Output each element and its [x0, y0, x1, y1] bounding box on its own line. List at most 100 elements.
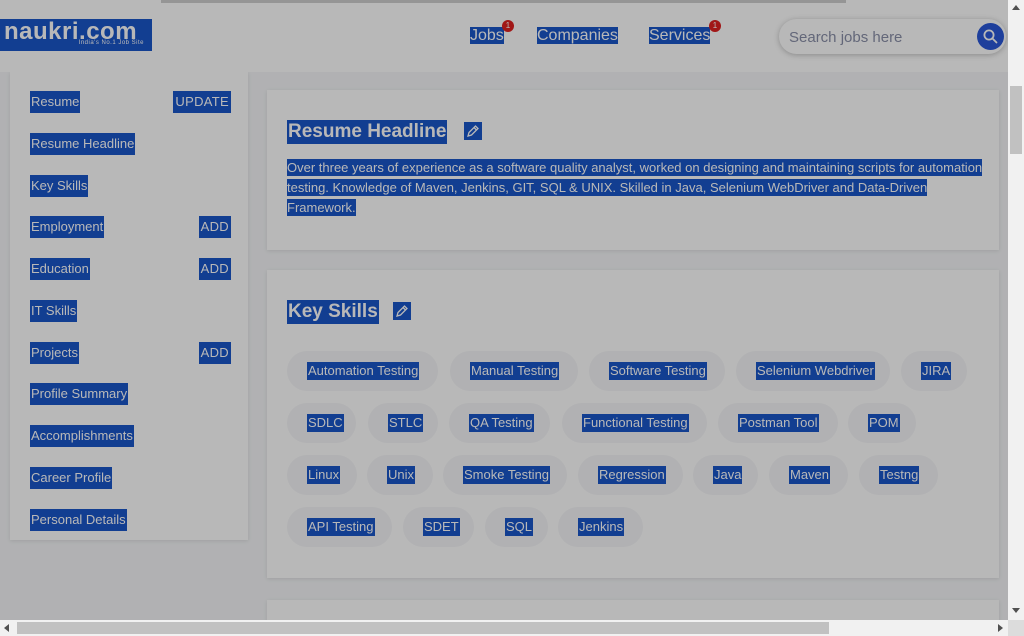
skill-chip[interactable]: Software Testing — [589, 351, 725, 391]
sidebar-item-label: Education — [30, 258, 90, 280]
edit-headline-icon — [464, 122, 482, 140]
skill-label: Functional Testing — [582, 414, 689, 432]
sidebar-item-resume-headline[interactable]: Resume Headline — [30, 133, 231, 155]
search-bar — [779, 19, 1006, 54]
next-section-card — [267, 600, 999, 620]
skill-chip[interactable]: Selenium Webdriver — [736, 351, 890, 391]
skill-chip[interactable]: Regression — [578, 455, 683, 495]
pencil-icon[interactable] — [464, 122, 482, 140]
skill-chip[interactable]: JIRA — [901, 351, 967, 391]
pencil-icon[interactable] — [393, 302, 411, 320]
skill-chip[interactable]: QA Testing — [449, 403, 550, 443]
skill-label: Java — [713, 466, 743, 484]
profile-main: Resume UPDATE Resume Headline Key Skills… — [0, 72, 1008, 620]
sidebar-item-projects[interactable]: Projects ADD — [30, 342, 231, 364]
nav-jobs-badge: 1 — [502, 20, 514, 32]
skill-chip[interactable]: Java — [693, 455, 758, 495]
sidebar-item-profile-summary[interactable]: Profile Summary — [30, 383, 231, 405]
skill-label: POM — [868, 414, 900, 432]
nav-companies-label: Companies — [537, 27, 618, 44]
sidebar-item-accomplishments[interactable]: Accomplishments — [30, 425, 231, 447]
sidebar-item-career-profile[interactable]: Career Profile — [30, 467, 231, 489]
skill-chip[interactable]: POM — [848, 403, 916, 443]
sidebar-item-label: Employment — [30, 216, 105, 238]
top-strip — [161, 0, 846, 3]
sidebar-item-label: Accomplishments — [30, 425, 134, 447]
skill-chip[interactable]: Postman Tool — [718, 403, 838, 443]
resume-headline-card: Resume Headline Over three years of expe… — [267, 90, 999, 250]
skill-chip[interactable]: Jenkins — [558, 507, 643, 547]
sidebar-item-key-skills[interactable]: Key Skills — [30, 175, 231, 197]
scrollbar-corner — [1008, 620, 1024, 636]
skill-chip[interactable]: Smoke Testing — [443, 455, 567, 495]
scroll-up-arrow-icon[interactable] — [1012, 5, 1020, 10]
sidebar-item-it-skills[interactable]: IT Skills — [30, 300, 231, 322]
skill-label: Maven — [789, 466, 831, 484]
sidebar-item-employment[interactable]: Employment ADD — [30, 216, 231, 238]
horizontal-scroll-thumb[interactable] — [17, 622, 829, 634]
nav-companies[interactable]: Companies — [535, 26, 620, 46]
search-icon — [983, 29, 998, 44]
skill-chip[interactable]: Linux — [287, 455, 357, 495]
sidebar-item-label: Career Profile — [30, 467, 113, 489]
site-header: naukri.com India's No.1 Job Site Jobs 1 … — [0, 0, 1008, 72]
projects-add-link[interactable]: ADD — [198, 342, 231, 364]
skill-label: SDET — [423, 518, 460, 536]
sidebar-item-label: Personal Details — [30, 509, 127, 531]
skill-label: SDLC — [307, 414, 344, 432]
naukri-logo[interactable]: naukri.com India's No.1 Job Site — [0, 19, 152, 51]
skill-chip[interactable]: Testng — [859, 455, 938, 495]
skill-label: SQL — [505, 518, 534, 536]
sidebar-item-label: Resume — [30, 91, 81, 113]
resume-headline-paragraph: Over three years of experience as a soft… — [287, 159, 983, 216]
sidebar-item-resume[interactable]: Resume UPDATE — [30, 91, 231, 113]
skill-chip[interactable]: SQL — [485, 507, 548, 547]
skill-chip[interactable]: Manual Testing — [450, 351, 578, 391]
search-input[interactable] — [789, 27, 974, 47]
skill-label: JIRA — [921, 362, 952, 380]
vertical-scrollbar[interactable] — [1008, 0, 1024, 620]
skill-chip[interactable]: SDET — [403, 507, 474, 547]
skill-chip[interactable]: Automation Testing — [287, 351, 438, 391]
skill-label: Smoke Testing — [463, 466, 551, 484]
scroll-down-arrow-icon[interactable] — [1012, 608, 1020, 613]
resume-headline-text: Over three years of experience as a soft… — [287, 158, 983, 218]
horizontal-scrollbar[interactable] — [0, 620, 1008, 636]
skill-label: Testng — [879, 466, 920, 484]
skill-chip[interactable]: Functional Testing — [562, 403, 707, 443]
logo-tagline: India's No.1 Job Site — [78, 40, 144, 46]
nav-services-badge: 1 — [709, 20, 721, 32]
resume-headline-title: Resume Headline — [287, 120, 448, 144]
skill-chip[interactable]: STLC — [368, 403, 438, 443]
skill-label: QA Testing — [469, 414, 534, 432]
nav-jobs-label: Jobs — [470, 27, 504, 44]
skill-label: Selenium Webdriver — [756, 362, 875, 380]
skill-chip[interactable]: API Testing — [287, 507, 392, 547]
scroll-left-arrow-icon[interactable] — [4, 624, 9, 632]
resume-update-link[interactable]: UPDATE — [173, 91, 231, 113]
vertical-scroll-thumb[interactable] — [1010, 86, 1022, 154]
skill-label: STLC — [388, 414, 424, 432]
skill-label: Jenkins — [578, 518, 625, 536]
skill-label: Linux — [307, 466, 341, 484]
skill-label: Software Testing — [609, 362, 707, 380]
skill-chip[interactable]: Unix — [367, 455, 433, 495]
key-skills-title: Key Skills — [287, 300, 379, 324]
nav-services[interactable]: Services 1 — [647, 20, 721, 46]
sidebar-item-education[interactable]: Education ADD — [30, 258, 231, 280]
skill-chip[interactable]: Maven — [769, 455, 848, 495]
sidebar-item-label: Profile Summary — [30, 383, 129, 405]
scroll-right-arrow-icon[interactable] — [998, 624, 1003, 632]
sidebar-item-personal-details[interactable]: Personal Details — [30, 509, 231, 531]
sidebar-item-label: Resume Headline — [30, 133, 136, 155]
skill-label: Unix — [387, 466, 416, 484]
search-button[interactable] — [977, 23, 1004, 50]
quick-links-sidebar: Resume UPDATE Resume Headline Key Skills… — [10, 72, 248, 540]
education-add-link[interactable]: ADD — [198, 258, 231, 280]
nav-jobs[interactable]: Jobs 1 — [468, 20, 514, 46]
skill-label: Manual Testing — [470, 362, 560, 380]
skill-label: Automation Testing — [307, 362, 420, 380]
edit-skills-icon — [393, 302, 411, 320]
skill-chip[interactable]: SDLC — [287, 403, 356, 443]
employment-add-link[interactable]: ADD — [198, 216, 231, 238]
